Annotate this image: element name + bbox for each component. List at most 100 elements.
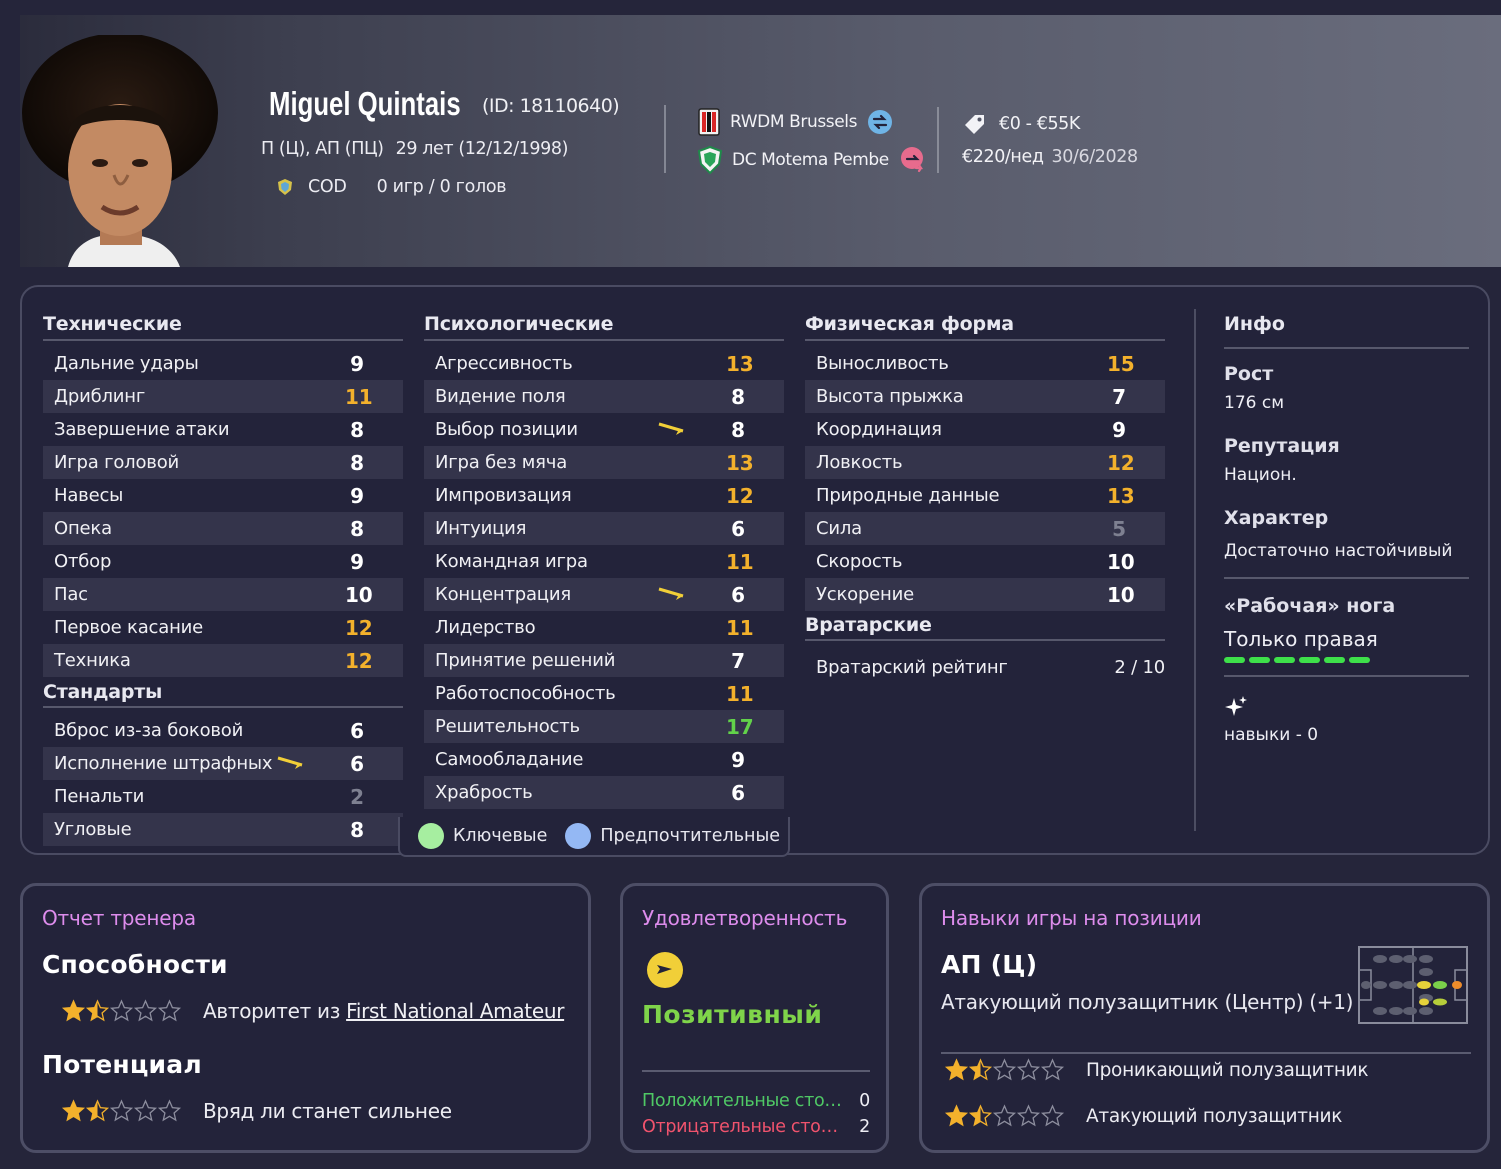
player-nation[interactable]: COD	[308, 177, 347, 197]
player-caps: 0 игр / 0 голов	[376, 177, 507, 197]
attribute-row[interactable]: Сила 5	[805, 512, 1165, 545]
attribute-value: 11	[726, 549, 754, 574]
attribute-row[interactable]: Концентрация 6	[424, 578, 784, 611]
attribute-row[interactable]: Первое касание 12	[43, 611, 403, 644]
happiness-card: Удовлетворенность Позитивный Положительн…	[620, 883, 889, 1153]
attribute-name: Пенальти	[54, 786, 145, 807]
role-row[interactable]: Проникающий полузащитник	[944, 1058, 1369, 1082]
star-icon	[944, 1104, 969, 1127]
attribute-row[interactable]: Видение поля 8	[424, 380, 784, 413]
attribute-row[interactable]: Природные данные 13	[805, 479, 1165, 512]
potential-row: Вряд ли станет сильнее	[61, 1099, 452, 1123]
attribute-row[interactable]: Вброс из-за боковой 6	[43, 714, 403, 747]
role-stars	[944, 1104, 1065, 1128]
traits-count[interactable]: навыки - 0	[1224, 725, 1469, 745]
info-divider	[1194, 309, 1196, 831]
role-row[interactable]: Атакующий полузащитник	[944, 1104, 1342, 1128]
parent-club-row[interactable]: RWDM Brussels	[698, 108, 893, 136]
attribute-name: Агрессивность	[435, 353, 573, 374]
negative-row[interactable]: Отрицательные стороны 2	[642, 1117, 870, 1137]
attribute-row[interactable]: Ловкость 12	[805, 446, 1165, 479]
attribute-row[interactable]: Дриблинг 11	[43, 380, 403, 413]
goalkeeping-rating-row[interactable]: Вратарский рейтинг 2 / 10	[805, 651, 1165, 684]
attribute-value: 9	[350, 483, 364, 508]
attribute-name: Выносливость	[816, 353, 949, 374]
coach-report-title[interactable]: Отчет тренера	[42, 906, 196, 930]
attribute-row[interactable]: Отбор 9	[43, 545, 403, 578]
positive-row[interactable]: Положительные стороны 0	[642, 1091, 870, 1111]
attribute-row[interactable]: Опека 8	[43, 512, 403, 545]
attribute-value: 9	[350, 549, 364, 574]
star-icon	[85, 1099, 110, 1122]
attribute-row[interactable]: Исполнение штрафных 6	[43, 747, 403, 780]
ability-link[interactable]: First National Amateur	[346, 999, 564, 1023]
attribute-row[interactable]: Лидерство 11	[424, 611, 784, 644]
attribute-row[interactable]: Скорость 10	[805, 545, 1165, 578]
personality-label: Характер	[1224, 507, 1329, 529]
attribute-value: 10	[345, 582, 373, 607]
attribute-value: 2	[350, 784, 364, 809]
potential-label: Потенциал	[42, 1050, 202, 1079]
attribute-name: Принятие решений	[435, 650, 616, 671]
position-skills-title[interactable]: Навыки игры на позиции	[941, 906, 1202, 930]
attribute-row[interactable]: Навесы 9	[43, 479, 403, 512]
attribute-row[interactable]: Дальние удары 9	[43, 347, 403, 380]
attribute-name: Решительность	[435, 716, 580, 737]
club-crest-icon	[698, 108, 720, 136]
attribute-name: Импровизация	[435, 485, 572, 506]
contract-expires: 30/6/2028	[1051, 147, 1139, 167]
attribute-row[interactable]: Принятие решений 7	[424, 644, 784, 677]
attribute-legend: Ключевые Предпочтительные	[398, 817, 790, 857]
attribute-row[interactable]: Высота прыжка 7	[805, 380, 1165, 413]
preferred-dot-icon	[565, 823, 592, 849]
legend-preferred[interactable]: Предпочтительные	[565, 823, 780, 849]
attribute-value: 11	[726, 681, 754, 706]
attribute-row[interactable]: Выносливость 15	[805, 347, 1165, 380]
attribute-value: 6	[350, 718, 364, 743]
star-icon	[85, 999, 110, 1022]
attribute-row[interactable]: Командная игра 11	[424, 545, 784, 578]
loan-club-name[interactable]: DC Motema Pembe	[732, 150, 889, 170]
attribute-row[interactable]: Завершение атаки 8	[43, 413, 403, 446]
attribute-row[interactable]: Интуиция 6	[424, 512, 784, 545]
attribute-row[interactable]: Решительность 17	[424, 710, 784, 743]
header-divider	[664, 105, 666, 173]
attribute-name: Координация	[816, 419, 942, 440]
attribute-row[interactable]: Игра головой 8	[43, 446, 403, 479]
attribute-row[interactable]: Работоспособность 11	[424, 677, 784, 710]
player-name: Miguel Quintais	[269, 85, 461, 122]
attribute-row[interactable]: Игра без мяча 13	[424, 446, 784, 479]
goalkeeping-rating-label: Вратарский рейтинг	[816, 657, 1008, 678]
parent-club-name[interactable]: RWDM Brussels	[730, 112, 857, 132]
attribute-value: 7	[731, 648, 745, 673]
attribute-row[interactable]: Ускорение 10	[805, 578, 1165, 611]
foot-level-segment	[1299, 657, 1320, 663]
happiness-title[interactable]: Удовлетворенность	[642, 906, 847, 930]
attribute-row[interactable]: Агрессивность 13	[424, 347, 784, 380]
attribute-row[interactable]: Импровизация 12	[424, 479, 784, 512]
attribute-row[interactable]: Техника 12	[43, 644, 403, 677]
physical-list: Выносливость 15 Высота прыжка 7 Координация 9…	[805, 347, 1165, 611]
foot-level-segment	[1249, 657, 1270, 663]
star-icon	[1040, 1058, 1065, 1081]
attribute-value: 8	[350, 417, 364, 442]
attribute-name: Угловые	[54, 819, 132, 840]
attribute-row[interactable]: Пенальти 2	[43, 780, 403, 813]
attribute-row[interactable]: Выбор позиции 8	[424, 413, 784, 446]
attribute-row[interactable]: Храбрость 6	[424, 776, 784, 809]
attribute-row[interactable]: Самообладание 9	[424, 743, 784, 776]
happiness-status: Позитивный	[642, 1000, 823, 1029]
technical-column: Технические Дальние удары 9 Дриблинг 11 Заве…	[43, 307, 403, 846]
mental-list: Агрессивность 13 Видение поля 8 Выбор позици…	[424, 347, 784, 809]
attribute-row[interactable]: Координация 9	[805, 413, 1165, 446]
loan-club-row[interactable]: DC Motema Pembe	[698, 146, 927, 174]
attribute-name: Сила	[816, 518, 863, 539]
positive-count: 0	[859, 1091, 870, 1111]
attribute-row[interactable]: Угловые 8	[43, 813, 403, 846]
attribute-row[interactable]: Пас 10	[43, 578, 403, 611]
attribute-name: Завершение атаки	[54, 419, 230, 440]
foot-label: «Рабочая» нога	[1224, 595, 1396, 617]
legend-key[interactable]: Ключевые	[418, 823, 547, 849]
attribute-name: Пас	[54, 584, 88, 605]
pitch-position-icon[interactable]	[1358, 946, 1468, 1024]
